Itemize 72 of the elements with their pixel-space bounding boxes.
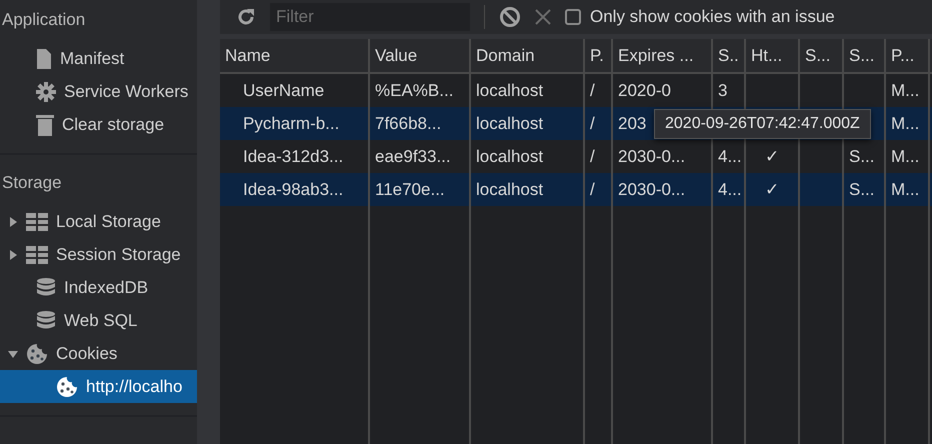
table-cell: / [590, 80, 595, 100]
table-cell: 11e70e... [375, 180, 445, 200]
file-icon [36, 48, 52, 68]
refresh-icon[interactable] [236, 7, 256, 27]
column-header[interactable]: Ht... [746, 39, 800, 72]
table-cell: / [590, 114, 595, 134]
column-header[interactable]: P. [585, 39, 613, 72]
checkbox[interactable] [565, 9, 581, 25]
column-header[interactable]: S... [800, 39, 844, 72]
table-cell: 203 [618, 114, 646, 134]
gear-icon [36, 82, 56, 102]
column-header[interactable]: Expires ... [613, 39, 713, 72]
table-cell: 7f66b8... [375, 114, 442, 134]
tree-item[interactable]: Manifest [0, 42, 197, 75]
table-cell: 2030-0... [618, 146, 686, 166]
clear-all-icon[interactable] [499, 6, 521, 28]
table-cell: localhost [476, 80, 544, 100]
tree-item[interactable]: Service Workers [0, 75, 197, 108]
cookie-icon [56, 376, 78, 398]
table-cell: ✓ [765, 146, 779, 167]
table-cell: M... [891, 180, 920, 200]
table-cell: 3 [718, 80, 728, 100]
table-cell: ✓ [765, 179, 779, 200]
tooltip: 2020-09-26T07:42:47.000Z [654, 109, 871, 139]
expand-arrow-icon[interactable] [8, 216, 18, 226]
table-cell: M... [891, 114, 920, 134]
table-cell: eae9f33... [375, 146, 451, 166]
tree-item[interactable]: Clear storage [0, 108, 197, 141]
tree-item[interactable]: Cookies [0, 337, 197, 370]
column-header[interactable]: S... [844, 39, 886, 72]
trash-icon [36, 114, 54, 136]
column-header[interactable]: S.. [713, 39, 746, 72]
cookie-icon [26, 342, 48, 364]
table-cell: %EA%B... [375, 80, 454, 100]
table-cell: localhost [476, 114, 544, 134]
section-title: Storage [1, 172, 63, 194]
table-cell: S... [849, 180, 875, 200]
table-cell: S... [849, 146, 875, 166]
tree-item[interactable]: http://localho [0, 370, 197, 403]
database-icon [36, 278, 56, 298]
expand-arrow-icon[interactable] [8, 250, 18, 260]
table-cell: localhost [476, 146, 544, 166]
tree-item[interactable]: Web SQL [0, 304, 197, 337]
column-header[interactable]: P... [886, 39, 930, 72]
table-cell: Idea-98ab3... [243, 180, 344, 200]
tree-item[interactable]: Local Storage [0, 205, 197, 238]
close-icon[interactable] [535, 9, 551, 25]
table-cell: / [590, 146, 595, 166]
grid-icon [26, 212, 48, 230]
tree-item[interactable]: IndexedDB [0, 271, 197, 304]
table-cell: 4... [718, 146, 742, 166]
checkbox-label: Only show cookies with an issue [590, 7, 835, 27]
table-cell: UserName [243, 80, 324, 100]
column-header[interactable]: Domain [471, 39, 585, 72]
table-cell: 2020-0 [618, 80, 671, 100]
table-cell: 4... [718, 180, 742, 200]
table-cell: / [590, 180, 595, 200]
table-cell: Pycharm-b... [243, 114, 340, 134]
table-cell: M... [891, 80, 920, 100]
database-icon [36, 310, 56, 330]
column-header[interactable]: Name [220, 39, 370, 72]
collapse-arrow-icon[interactable] [8, 348, 18, 358]
section-title: Application [1, 9, 86, 31]
table-cell: Idea-312d3... [243, 146, 344, 166]
table-row[interactable]: Idea-98ab3... 11e70e... localhost / 2030-0... 4... ✓ S... M... [220, 173, 932, 206]
tree-item[interactable]: Session Storage [0, 238, 197, 271]
table-cell: 2030-0... [618, 180, 686, 200]
column-header[interactable]: Value [370, 39, 471, 72]
table-cell: localhost [476, 180, 544, 200]
table-cell: M... [891, 146, 920, 166]
grid-icon [26, 246, 48, 264]
filter-field[interactable]: Filter [270, 3, 470, 31]
